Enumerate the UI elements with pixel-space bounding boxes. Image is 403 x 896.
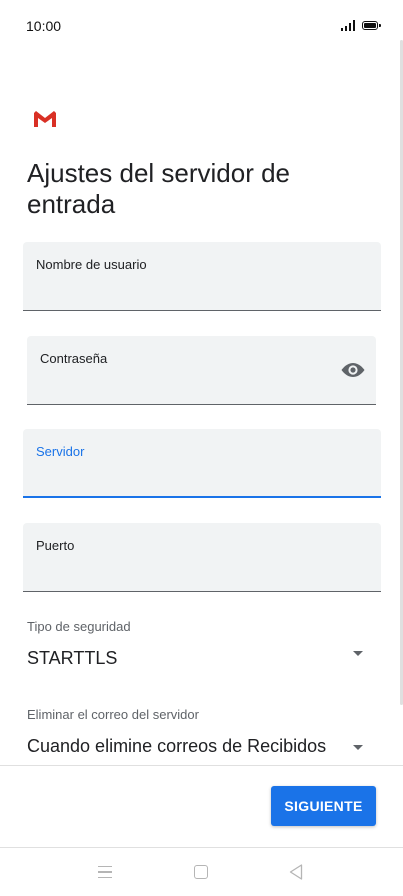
signal-icon: [341, 19, 355, 31]
status-time: 10:00: [26, 18, 62, 34]
port-label: Puerto: [36, 538, 75, 553]
delete-email-select[interactable]: Eliminar el correo del servidor Cuando e…: [27, 707, 367, 757]
security-type-value[interactable]: STARTTLS: [27, 648, 367, 669]
next-button[interactable]: SIGUIENTE: [271, 786, 376, 826]
navigation-bar: [0, 848, 403, 896]
server-input[interactable]: [36, 466, 368, 488]
server-label: Servidor: [36, 444, 85, 459]
footer-divider: [0, 765, 403, 766]
username-input[interactable]: [36, 280, 368, 302]
security-type-label: Tipo de seguridad: [27, 619, 131, 634]
status-icons: [341, 19, 381, 31]
nav-back-icon[interactable]: [289, 864, 303, 880]
port-input[interactable]: [36, 561, 368, 583]
status-bar: 10:00: [0, 0, 403, 52]
password-input[interactable]: [40, 374, 332, 396]
delete-email-value[interactable]: Cuando elimine correos de Recibidos: [27, 736, 367, 757]
delete-email-label: Eliminar el correo del servidor: [27, 707, 199, 722]
page-title: Ajustes del servidor de entrada: [27, 158, 291, 219]
username-field[interactable]: Nombre de usuario: [23, 242, 381, 311]
nav-menu-icon[interactable]: [98, 866, 112, 878]
dropdown-arrow-icon[interactable]: [353, 651, 363, 656]
gmail-logo: [34, 111, 56, 127]
battery-icon: [362, 21, 381, 30]
password-label: Contraseña: [40, 351, 108, 366]
server-field[interactable]: Servidor: [23, 429, 381, 498]
username-label: Nombre de usuario: [36, 257, 147, 272]
dropdown-arrow-icon[interactable]: [353, 745, 363, 750]
eye-icon[interactable]: [340, 360, 366, 380]
port-field[interactable]: Puerto: [23, 523, 381, 592]
password-field[interactable]: Contraseña: [27, 336, 376, 405]
security-type-select[interactable]: Tipo de seguridad STARTTLS: [27, 619, 367, 669]
nav-home-icon[interactable]: [194, 865, 208, 879]
